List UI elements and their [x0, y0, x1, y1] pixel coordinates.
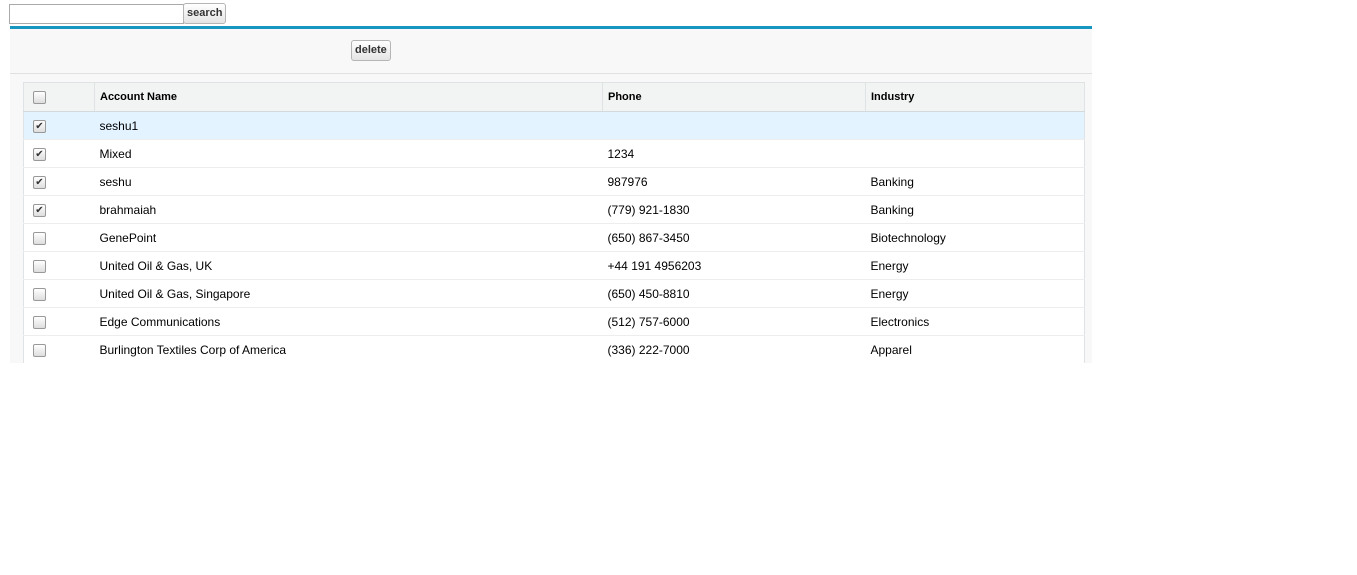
row-checkbox[interactable]: [33, 231, 46, 245]
industry-cell: Energy: [865, 279, 1085, 308]
account-name-cell: United Oil & Gas, UK: [94, 251, 603, 280]
row-checkbox[interactable]: ✔: [33, 119, 46, 133]
select-all-checkbox[interactable]: [33, 90, 46, 104]
table-row[interactable]: Edge Communications (512) 757-6000 Elect…: [23, 307, 1085, 336]
industry-cell: Biotechnology: [865, 223, 1085, 252]
account-name-cell: seshu: [94, 167, 603, 196]
phone-cell: (779) 921-1830: [602, 195, 866, 224]
table-row[interactable]: ✔ seshu 987976 Banking: [23, 167, 1085, 196]
account-name-cell: United Oil & Gas, Singapore: [94, 279, 603, 308]
column-header-phone[interactable]: Phone: [602, 82, 866, 112]
table-row[interactable]: Burlington Textiles Corp of America (336…: [23, 335, 1085, 363]
table-row[interactable]: United Oil & Gas, Singapore (650) 450-88…: [23, 279, 1085, 308]
industry-cell: Electronics: [865, 307, 1085, 336]
panel-toolbar: delete: [10, 29, 1092, 74]
account-name-cell: brahmaiah: [94, 195, 603, 224]
phone-cell: +44 191 4956203: [602, 251, 866, 280]
accounts-table: Account Name Phone Industry ✔ seshu1 ✔ M…: [23, 82, 1085, 363]
table-row[interactable]: ✔ seshu1: [23, 111, 1085, 140]
account-name-cell: Burlington Textiles Corp of America: [94, 335, 603, 363]
phone-cell: (512) 757-6000: [602, 307, 866, 336]
phone-cell: 1234: [602, 139, 866, 168]
search-button[interactable]: search: [183, 3, 227, 24]
table-row[interactable]: ✔ brahmaiah (779) 921-1830 Banking: [23, 195, 1085, 224]
column-header-industry[interactable]: Industry: [865, 82, 1085, 112]
row-checkbox[interactable]: ✔: [33, 175, 46, 189]
account-name-cell: GenePoint: [94, 223, 603, 252]
accounts-panel: delete Account Name Phone Industry ✔ ses…: [10, 26, 1092, 363]
row-checkbox[interactable]: [33, 259, 46, 273]
row-checkbox[interactable]: [33, 343, 46, 357]
row-checkbox[interactable]: ✔: [33, 147, 46, 161]
phone-cell: (650) 867-3450: [602, 223, 866, 252]
account-name-cell: seshu1: [94, 111, 603, 140]
delete-button[interactable]: delete: [351, 40, 391, 61]
account-name-cell: Edge Communications: [94, 307, 603, 336]
phone-cell: (336) 222-7000: [602, 335, 866, 363]
row-checkbox[interactable]: [33, 287, 46, 301]
table-row[interactable]: United Oil & Gas, UK +44 191 4956203 Ene…: [23, 251, 1085, 280]
table-row[interactable]: GenePoint (650) 867-3450 Biotechnology: [23, 223, 1085, 252]
industry-cell: Apparel: [865, 335, 1085, 363]
row-checkbox[interactable]: [33, 315, 46, 329]
table-row[interactable]: ✔ Mixed 1234: [23, 139, 1085, 168]
industry-cell: [865, 139, 1085, 168]
industry-cell: [865, 111, 1085, 140]
phone-cell: 987976: [602, 167, 866, 196]
phone-cell: (650) 450-8810: [602, 279, 866, 308]
industry-cell: Energy: [865, 251, 1085, 280]
table-header-row: Account Name Phone Industry: [23, 82, 1085, 112]
column-header-account-name[interactable]: Account Name: [94, 82, 603, 112]
search-input[interactable]: [9, 4, 184, 24]
row-checkbox[interactable]: ✔: [33, 203, 46, 217]
industry-cell: Banking: [865, 167, 1085, 196]
industry-cell: Banking: [865, 195, 1085, 224]
account-name-cell: Mixed: [94, 139, 603, 168]
phone-cell: [602, 111, 866, 140]
